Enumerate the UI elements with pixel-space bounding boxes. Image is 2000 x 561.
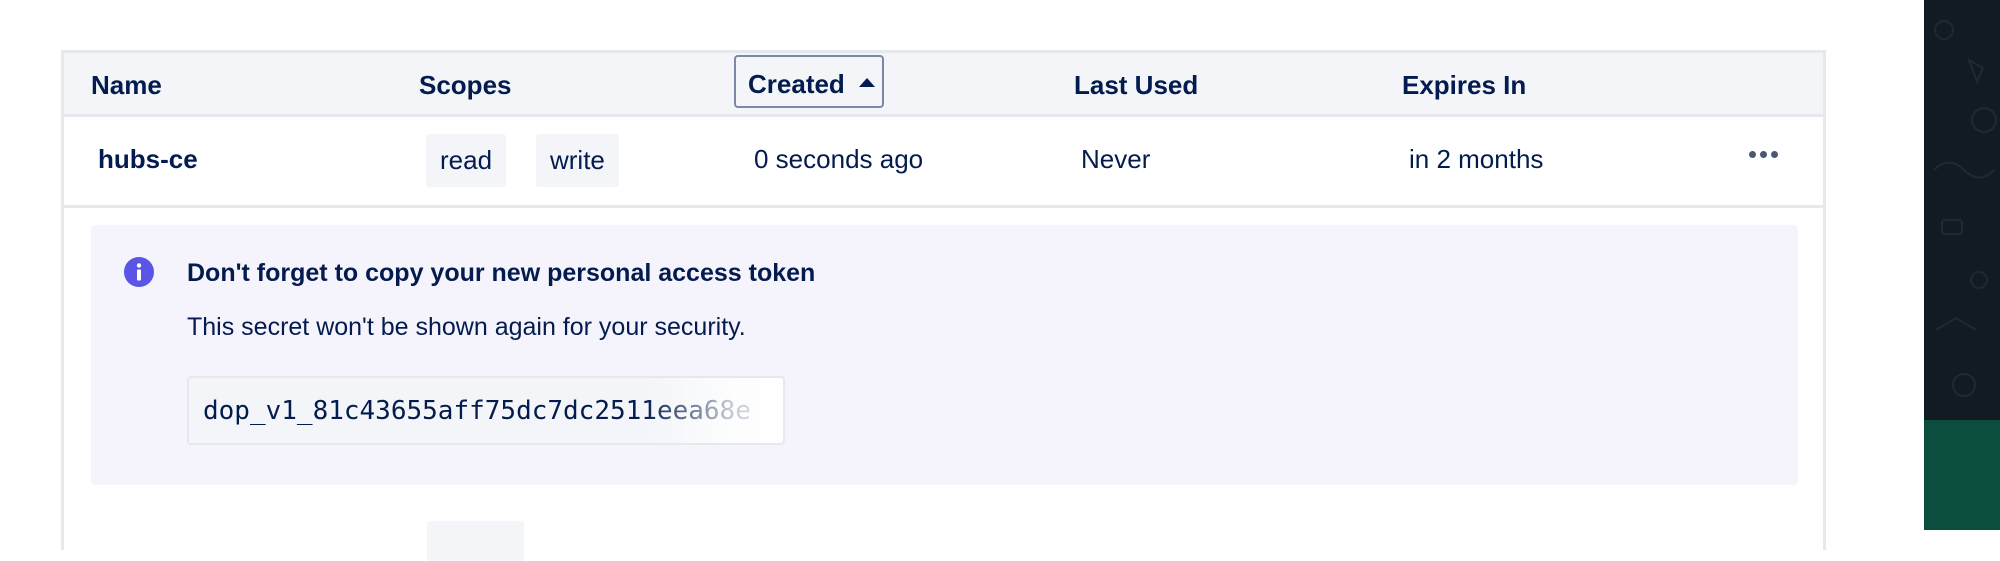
created-value: 0 seconds ago xyxy=(754,144,924,174)
expires-in-value: in 2 months xyxy=(1409,144,1544,174)
column-header-expires-in[interactable]: Expires In xyxy=(1402,70,1526,101)
last-used-value: Never xyxy=(1081,144,1151,174)
side-panel-background xyxy=(1924,0,2000,530)
token-value-field[interactable]: dop_v1_81c43655aff75dc7dc2511eea68e xyxy=(189,378,783,443)
column-header-created: Created xyxy=(748,69,845,99)
tokens-table: Name Scopes Created Last Used Expires In… xyxy=(61,50,1826,561)
more-horizontal-icon[interactable] xyxy=(1747,144,1787,164)
column-header-scopes[interactable]: Scopes xyxy=(419,70,512,101)
column-header-created-sort-button[interactable]: Created xyxy=(734,55,884,108)
side-panel-green-band xyxy=(1924,420,2000,530)
info-icon xyxy=(124,257,154,287)
table-row: hubs-ce read write 0 seconds ago Never i… xyxy=(64,114,1823,208)
scope-badge-read: read xyxy=(426,134,507,187)
column-header-name[interactable]: Name xyxy=(91,70,162,101)
cropped-description-text xyxy=(60,0,1830,8)
caret-up-icon xyxy=(859,78,875,87)
new-token-notice: Don't forget to copy your new personal a… xyxy=(91,225,1798,485)
scope-badge-write: write xyxy=(536,134,619,187)
table-header: Name Scopes Created Last Used Expires In xyxy=(64,53,1823,117)
notice-title: Don't forget to copy your new personal a… xyxy=(187,259,816,287)
next-row-scope-badge xyxy=(427,521,524,561)
doodle-pattern xyxy=(1933,20,1997,397)
column-header-last-used[interactable]: Last Used xyxy=(1074,70,1198,101)
token-field-group: dop_v1_81c43655aff75dc7dc2511eea68e xyxy=(187,376,785,445)
notice-body: This secret won't be shown again for you… xyxy=(187,313,746,341)
token-name: hubs-ce xyxy=(98,144,198,174)
